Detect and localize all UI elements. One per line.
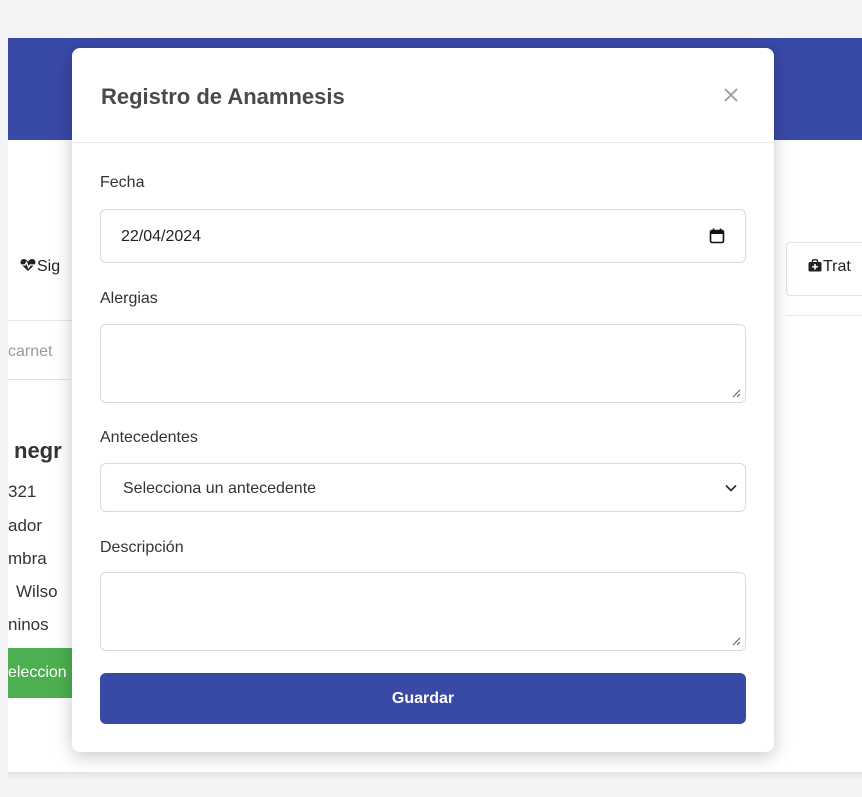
descripcion-textarea[interactable] xyxy=(100,572,746,651)
tab-signos-label: Sig xyxy=(20,258,60,276)
antecedentes-selected-value: Selecciona un antecedente xyxy=(123,480,317,497)
descripcion-label: Descripción xyxy=(100,539,184,556)
tab-divider xyxy=(786,315,862,316)
select-patient-button[interactable]: eleccion xyxy=(8,648,72,698)
tab-tratamiento-label: Trat xyxy=(808,258,851,276)
carnet-search-placeholder: carnet xyxy=(8,343,53,360)
close-button[interactable] xyxy=(714,78,748,112)
save-button[interactable]: Guardar xyxy=(100,673,746,724)
resize-grip-icon[interactable] xyxy=(732,637,741,646)
antecedentes-select[interactable]: Selecciona un antecedente xyxy=(100,463,746,512)
modal-title: Registro de Anamnesis xyxy=(101,84,345,109)
patient-info-line: ninos xyxy=(8,615,49,634)
resize-grip-icon[interactable] xyxy=(732,389,741,398)
heartbeat-icon xyxy=(20,259,36,271)
alergias-label: Alergias xyxy=(100,290,158,307)
close-icon xyxy=(724,88,738,102)
patient-info-line: Wilso xyxy=(16,582,58,601)
patient-info-line: mbra xyxy=(8,549,47,568)
patient-name: negr xyxy=(14,438,62,463)
modal-header: Registro de Anamnesis xyxy=(72,48,774,143)
chevron-down-icon xyxy=(725,484,737,492)
tab-signos[interactable] xyxy=(8,240,78,321)
panel-shadow xyxy=(8,772,862,780)
patient-info-line: ador xyxy=(8,516,43,535)
patient-info-line: 321 xyxy=(8,482,37,501)
fecha-label: Fecha xyxy=(100,174,145,191)
alergias-textarea[interactable] xyxy=(100,324,746,403)
page-top-strip xyxy=(0,0,862,10)
calendar-icon[interactable] xyxy=(709,228,725,244)
antecedentes-label: Antecedentes xyxy=(100,429,198,446)
fecha-date-input[interactable]: 22/04/2024 xyxy=(100,209,746,263)
medkit-icon xyxy=(808,259,822,272)
fecha-value: 22/04/2024 xyxy=(121,228,202,245)
anamnesis-modal: Registro de Anamnesis Fecha 22/04/2024 A… xyxy=(72,48,774,752)
